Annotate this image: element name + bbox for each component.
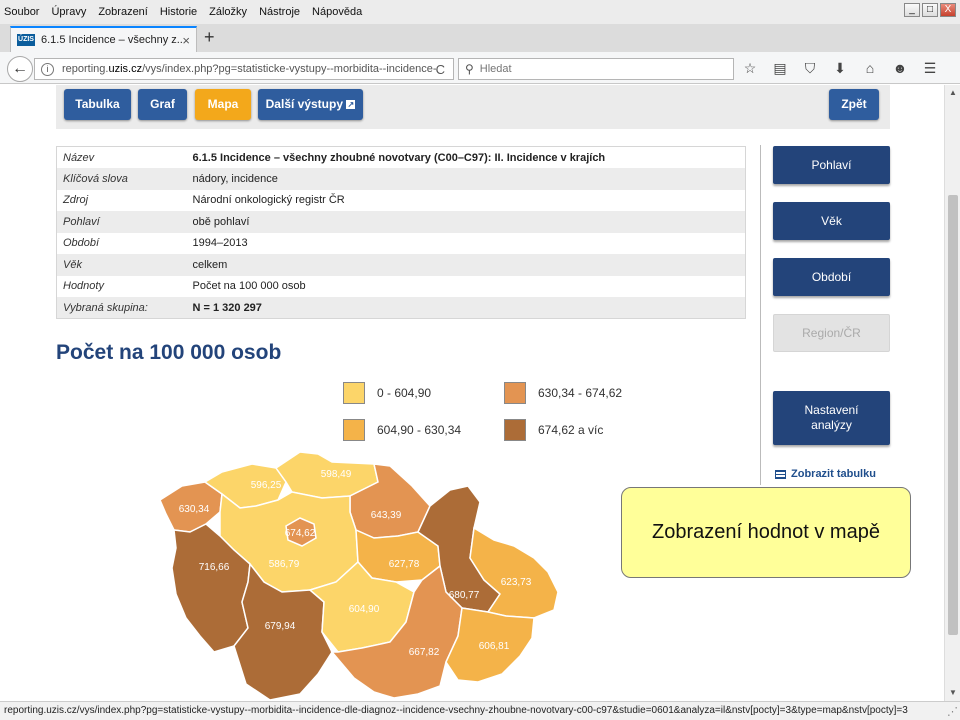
reload-icon[interactable]: C bbox=[436, 62, 445, 77]
legend-swatch bbox=[343, 382, 365, 404]
region-value-label: 674,62 bbox=[285, 528, 316, 539]
region-value-label: 643,39 bbox=[371, 510, 402, 521]
legend-swatch bbox=[343, 419, 365, 441]
table-row: Klíčová slova nádory, incidence bbox=[56, 168, 746, 190]
legend-item: 604,90 - 630,34 bbox=[343, 419, 461, 441]
legend-item: 630,34 - 674,62 bbox=[504, 382, 622, 404]
legend-item: 0 - 604,90 bbox=[343, 382, 431, 404]
site-info-icon[interactable]: i bbox=[41, 62, 54, 76]
dalsi-vystupy-button[interactable]: Další výstupy ↗ bbox=[258, 89, 363, 120]
scroll-up-icon[interactable]: ▲ bbox=[945, 85, 960, 101]
download-icon[interactable]: ⬇ bbox=[830, 59, 850, 77]
table-row: Období 1994–2013 bbox=[63, 237, 248, 250]
region-value-label: 598,49 bbox=[321, 469, 352, 480]
tab-bar: ÚZIS 6.1.5 Incidence – všechny z... × + bbox=[0, 24, 960, 52]
status-url: reporting.uzis.cz/vys/index.php?pg=stati… bbox=[4, 705, 908, 716]
pohlavi-button[interactable]: Pohlaví bbox=[773, 146, 890, 184]
table-row: Věk celkem bbox=[56, 254, 746, 276]
table-row: Pohlaví obě pohlaví bbox=[56, 211, 746, 233]
table-row: Hodnoty Počet na 100 000 osob bbox=[63, 280, 306, 293]
menu-upravy[interactable]: Úpravy bbox=[51, 6, 86, 18]
graf-button[interactable]: Graf bbox=[138, 89, 187, 120]
page-viewport: Tabulka Graf Mapa Další výstupy ↗ Zpět N… bbox=[0, 85, 944, 701]
menu-bar: Soubor Úpravy Zobrazení Historie Záložky… bbox=[0, 0, 960, 24]
menu-soubor[interactable]: Soubor bbox=[4, 6, 39, 18]
region-value-label: 586,79 bbox=[269, 559, 300, 570]
nastaveni-analyzy-button[interactable]: Nastavení analýzy bbox=[773, 391, 890, 445]
table-row: Vybraná skupina: N = 1 320 297 bbox=[56, 297, 746, 319]
info-table: Název 6.1.5 Incidence – všechny zhoubné n… bbox=[56, 146, 746, 319]
minimize-button[interactable]: _ bbox=[904, 3, 920, 17]
region-value-label: 680,77 bbox=[449, 590, 480, 601]
legend-swatch bbox=[504, 419, 526, 441]
search-bar[interactable]: ⚲ bbox=[458, 58, 734, 80]
table-row: Zdroj Národní onkologický registr ČR bbox=[63, 194, 345, 207]
reading-list-icon[interactable]: ▤ bbox=[770, 59, 790, 77]
favicon-icon: ÚZIS bbox=[17, 34, 35, 46]
back-button[interactable]: ← bbox=[7, 56, 33, 82]
czech-regions-map: 630,34 596,25 598,49 643,39 674,62 716,6… bbox=[159, 451, 559, 701]
tabulka-button[interactable]: Tabulka bbox=[64, 89, 131, 120]
pocket-icon[interactable]: ⛉ bbox=[800, 59, 820, 77]
star-icon[interactable]: ☆ bbox=[740, 59, 760, 77]
menu-icon[interactable]: ☰ bbox=[920, 59, 940, 77]
browser-tab[interactable]: ÚZIS 6.1.5 Incidence – všechny z... × bbox=[10, 26, 197, 52]
show-table-link[interactable]: Zobrazit tabulku bbox=[775, 468, 876, 480]
toolbar-icons: ☆ ▤ ⛉ ⬇ ⌂ ☻ ☰ bbox=[740, 59, 940, 77]
home-icon[interactable]: ⌂ bbox=[860, 59, 880, 77]
region-value-label: 627,78 bbox=[389, 559, 420, 570]
vertical-scrollbar[interactable]: ▲ ▼ bbox=[944, 85, 960, 701]
zpet-button[interactable]: Zpět bbox=[829, 89, 879, 120]
menu-zalozky[interactable]: Záložky bbox=[209, 6, 247, 18]
mapa-button[interactable]: Mapa bbox=[195, 89, 251, 120]
region-value-label: 604,90 bbox=[349, 604, 380, 615]
legend-item: 674,62 a víc bbox=[504, 419, 603, 441]
window-controls: _ □ X bbox=[904, 3, 956, 17]
maximize-button[interactable]: □ bbox=[922, 3, 938, 17]
table-icon bbox=[775, 469, 786, 479]
search-input[interactable] bbox=[479, 63, 720, 75]
scroll-down-icon[interactable]: ▼ bbox=[945, 685, 960, 701]
legend-swatch bbox=[504, 382, 526, 404]
annotation-callout: Zobrazení hodnot v mapě bbox=[621, 487, 911, 578]
region-value-label: 679,94 bbox=[265, 621, 296, 632]
new-tab-button[interactable]: + bbox=[204, 27, 215, 48]
menu-napoveda[interactable]: Nápověda bbox=[312, 6, 362, 18]
menu-historie[interactable]: Historie bbox=[160, 6, 197, 18]
map-title: Počet na 100 000 osob bbox=[56, 341, 282, 364]
tab-close-icon[interactable]: × bbox=[182, 33, 190, 48]
navigation-bar: ← i reporting.uzis.cz/vys/index.php?pg=s… bbox=[0, 52, 960, 84]
region-value-label: 630,34 bbox=[179, 504, 210, 515]
url-bar[interactable]: i reporting.uzis.cz/vys/index.php?pg=sta… bbox=[34, 58, 454, 80]
view-toolbar: Tabulka Graf Mapa Další výstupy ↗ Zpět bbox=[56, 85, 890, 129]
scrollbar-thumb[interactable] bbox=[948, 195, 958, 635]
smiley-icon[interactable]: ☻ bbox=[890, 59, 910, 77]
region-value-label: 667,82 bbox=[409, 647, 440, 658]
region-cr-button: Region/ČR bbox=[773, 314, 890, 352]
obdobi-button[interactable]: Období bbox=[773, 258, 890, 296]
region-value-label: 606,81 bbox=[479, 641, 510, 652]
status-bar: reporting.uzis.cz/vys/index.php?pg=stati… bbox=[0, 701, 960, 720]
region-value-label: 623,73 bbox=[501, 577, 532, 588]
resize-grip-icon[interactable]: ⋰ bbox=[943, 703, 958, 720]
url-text[interactable]: reporting.uzis.cz/vys/index.php?pg=stati… bbox=[62, 63, 436, 75]
close-window-button[interactable]: X bbox=[940, 3, 956, 17]
region-value-label: 716,66 bbox=[199, 562, 230, 573]
external-link-icon: ↗ bbox=[346, 100, 356, 110]
menu-nastroje[interactable]: Nástroje bbox=[259, 6, 300, 18]
tab-title: 6.1.5 Incidence – všechny z... bbox=[41, 34, 183, 46]
divider bbox=[760, 145, 761, 485]
menu-zobrazeni[interactable]: Zobrazení bbox=[98, 6, 148, 18]
table-row: Název 6.1.5 Incidence – všechny zhoubné n… bbox=[63, 151, 606, 164]
search-icon: ⚲ bbox=[465, 62, 474, 76]
region-value-label: 596,25 bbox=[251, 480, 282, 491]
vek-button[interactable]: Věk bbox=[773, 202, 890, 240]
